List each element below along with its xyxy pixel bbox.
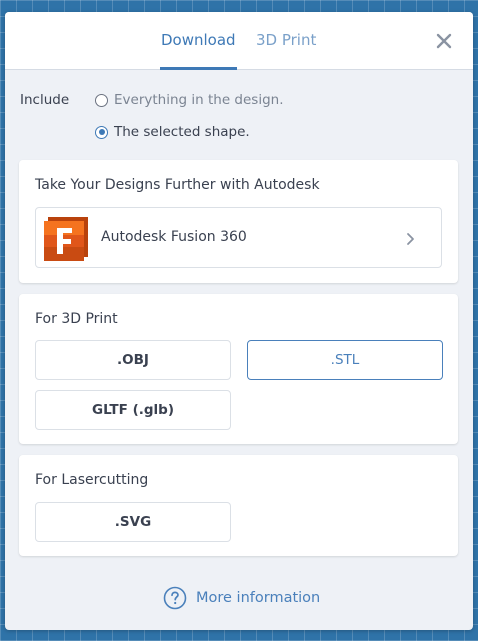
tab-download[interactable]: Download xyxy=(161,31,236,49)
stl-button[interactable]: .STL xyxy=(247,340,443,380)
tab-3d-print[interactable]: 3D Print xyxy=(256,31,316,49)
gltf-button[interactable]: GLTF (.glb) xyxy=(35,390,231,430)
help-circle-icon xyxy=(163,586,187,610)
dialog-header: Download 3D Print xyxy=(5,12,473,70)
fusion-360-label: Autodesk Fusion 360 xyxy=(101,229,247,245)
include-selected-option[interactable]: The selected shape. xyxy=(95,123,250,141)
more-information-label: More information xyxy=(196,590,321,606)
include-everything-option[interactable]: Everything in the design. xyxy=(95,91,284,109)
obj-button[interactable]: .OBJ xyxy=(35,340,231,380)
radio-selected-shape-label: The selected shape. xyxy=(114,124,250,140)
export-dialog: Download 3D Print Include Everything in … xyxy=(5,12,473,630)
radio-selected-shape[interactable] xyxy=(95,125,108,139)
fusion-360-logo-icon xyxy=(40,213,92,265)
lasercutting-card: For Lasercutting .SVG xyxy=(19,455,458,556)
include-label: Include xyxy=(20,92,70,108)
fusion-360-link[interactable]: Autodesk Fusion 360 xyxy=(35,207,442,268)
close-icon[interactable] xyxy=(433,30,455,52)
radio-everything-label: Everything in the design. xyxy=(114,92,284,108)
svg-button[interactable]: .SVG xyxy=(35,502,231,542)
autodesk-card: Take Your Designs Further with Autodesk … xyxy=(19,160,458,283)
3d-print-card-title: For 3D Print xyxy=(35,311,118,327)
3d-print-card: For 3D Print .OBJ .STL GLTF (.glb) xyxy=(19,294,458,444)
autodesk-card-title: Take Your Designs Further with Autodesk xyxy=(35,177,320,193)
chevron-right-icon xyxy=(405,231,417,245)
more-information-link[interactable]: More information xyxy=(163,585,320,611)
lasercutting-card-title: For Lasercutting xyxy=(35,472,149,488)
active-tab-indicator xyxy=(160,67,237,70)
radio-everything[interactable] xyxy=(95,93,108,107)
